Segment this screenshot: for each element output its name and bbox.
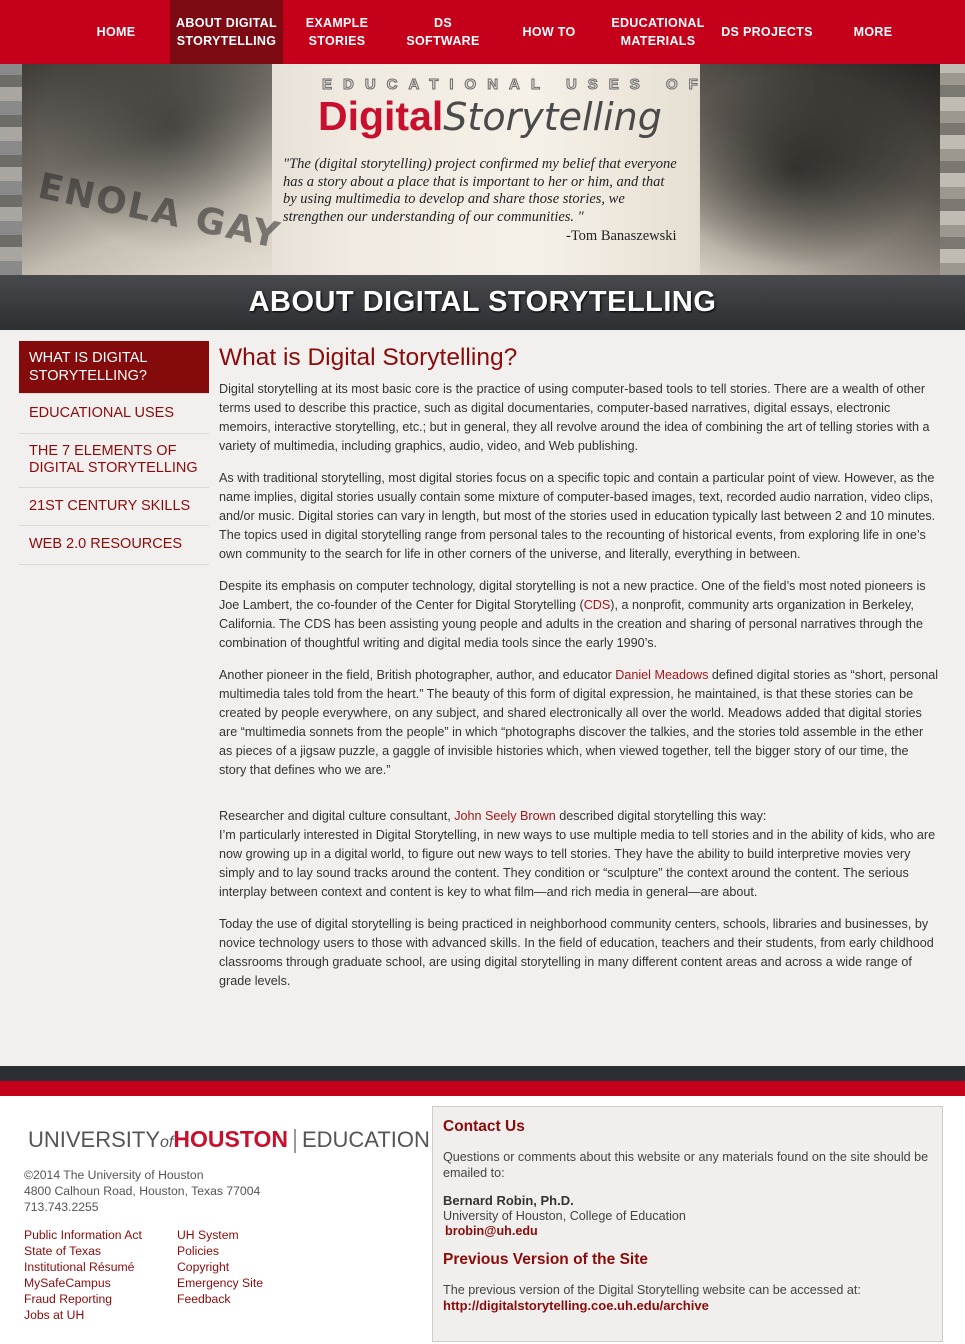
sidebar-item-web-20-resources[interactable]: WEB 2.0 RESOURCES [19,526,209,565]
nav-educational-materials-label: EDUCATIONAL MATERIALS [611,16,705,48]
footer-link-copyright[interactable]: Copyright [177,1259,263,1275]
copyright: ©2014 The University of Houston [24,1168,204,1182]
contact-email-link[interactable]: brobin@uh.edu [445,1224,932,1238]
paragraph-traditional: As with traditional storytelling, most d… [219,471,936,561]
footer-link-fraud-reporting[interactable]: Fraud Reporting [24,1291,142,1307]
paragraph-today: Today the use of digital storytelling is… [219,917,934,988]
nav-ds-software[interactable]: DS SOFTWARE [400,0,486,64]
header-banner: ENOLA GAY EDUCATIONAL USES OF DigitalSto… [0,64,965,275]
contact-box: Contact Us Questions or comments about t… [432,1106,943,1342]
contact-name: Bernard Robin, Ph.D. [443,1193,574,1208]
site-logo: DigitalStorytelling [318,92,662,141]
cds-link[interactable]: CDS [584,598,611,612]
sidebar-menu: WHAT IS DIGITAL STORYTELLING? EDUCATIONA… [19,341,209,565]
content-heading: What is Digital Storytelling? [219,344,518,371]
university-logo[interactable]: UNIVERSITYofHOUSTON EDUCATION [28,1126,430,1156]
paragraph-text: described digital storytelling this way: [555,809,767,823]
sidebar-item-label: 21ST CENTURY SKILLS [29,497,191,514]
contact-text: Questions or comments about this website… [443,1150,929,1180]
nav-how-to-label: HOW TO [522,25,576,39]
footer-link-mysafecampus[interactable]: MySafeCampus [24,1275,142,1291]
paragraph-text: defined digital stories as “short, perso… [219,668,938,777]
nav-ds-projects[interactable]: DS PROJECTS [718,0,816,64]
nav-educational-materials[interactable]: EDUCATIONAL MATERIALS [603,0,713,64]
previous-version-heading: Previous Version of the Site [443,1251,649,1268]
logo-houston: HOUSTON [173,1126,288,1152]
page-title: ABOUT DIGITAL STORYTELLING [248,286,717,318]
footer-link-jobs-at-uh[interactable]: Jobs at UH [24,1307,142,1323]
sidebar-item-what-is-digital-storytelling[interactable]: WHAT IS DIGITAL STORYTELLING? [19,341,209,394]
daniel-meadows-link[interactable]: Daniel Meadows [615,668,708,682]
banner-photo-strip-right [940,64,965,275]
footer-links-column-1: Public Information Act State of Texas In… [24,1227,142,1323]
footer-address-block: ©2014 The University of Houston 4800 Cal… [24,1167,260,1215]
phone-number: 713.743.2255 [24,1200,99,1214]
footer: UNIVERSITYofHOUSTON EDUCATION ©2014 The U… [0,1096,965,1344]
paragraph-pioneers: Despite its emphasis on computer technol… [219,577,939,653]
site-logo-digital: Digital [318,93,444,139]
banner-historic-photo-right [700,64,940,275]
sidebar-item-21st-century-skills[interactable]: 21ST CENTURY SKILLS [19,488,209,526]
logo-divider [293,1129,296,1154]
footer-link-feedback[interactable]: Feedback [177,1291,263,1307]
sidebar-item-label: WEB 2.0 RESOURCES [29,536,183,552]
nav-about-digital-storytelling[interactable]: ABOUT DIGITAL STORYTELLING [170,0,283,64]
nav-about-label: ABOUT DIGITAL STORYTELLING [176,16,277,48]
nav-example-stories-label: EXAMPLE STORIES [305,16,369,48]
footer-link-emergency-site[interactable]: Emergency Site [177,1275,263,1291]
sidebar-item-label: WHAT IS DIGITAL STORYTELLING? [29,350,147,384]
previous-version-text: The previous version of the Digital Stor… [443,1283,861,1297]
site-logo-storytelling: Storytelling [443,95,662,139]
nav-home-label: HOME [96,25,136,39]
nav-more-label: MORE [853,25,893,39]
sidebar-item-educational-uses[interactable]: EDUCATIONAL USES [19,394,209,434]
street-address: 4800 Calhoun Road, Houston, Texas 77004 [24,1184,261,1198]
paragraph-brown-quote: I’m particularly interested in Digital S… [219,828,936,899]
footer-link-policies[interactable]: Policies [177,1243,263,1259]
banner-photo-strip-left [0,64,22,275]
footer-link-state-of-texas[interactable]: State of Texas [24,1243,142,1259]
sidebar-item-7-elements[interactable]: THE 7 ELEMENTS OF DIGITAL STORYTELLING [19,434,209,488]
nav-ds-projects-label: DS PROJECTS [721,25,813,39]
sidebar-item-label: THE 7 ELEMENTS OF DIGITAL STORYTELLING [29,442,198,477]
paragraph-intro: Digital storytelling at its most basic c… [219,382,930,453]
previous-version-link[interactable]: http://digitalstorytelling.coe.uh.edu/ar… [443,1298,932,1313]
banner-quote: "The (digital storytelling) project conf… [283,156,677,225]
paragraph-text: Another pioneer in the field, British ph… [219,668,616,682]
footer-divider-dark [0,1066,965,1081]
banner-kicker: EDUCATIONAL USES OF [322,76,709,94]
contact-organization: University of Houston, College of Educat… [443,1209,686,1223]
page-title-bar: ABOUT DIGITAL STORYTELLING [0,275,965,330]
main-content: What is Digital Storytelling? Digital st… [219,342,939,1004]
nav-how-to[interactable]: HOW TO [508,0,590,64]
paragraph-brown-intro: Researcher and digital culture consultan… [219,807,939,826]
footer-links-column-2: UH System Policies Copyright Emergency S… [177,1227,263,1307]
contact-heading: Contact Us [443,1118,525,1135]
john-seely-brown-link[interactable]: John Seely Brown [454,809,556,823]
logo-of: of [160,1134,174,1151]
footer-link-institutional-resume[interactable]: Institutional Résumé [24,1259,142,1275]
nav-ds-software-label: DS SOFTWARE [406,16,480,48]
nav-home[interactable]: HOME [80,0,152,64]
nav-example-stories[interactable]: EXAMPLE STORIES [295,0,379,64]
banner-quote-author: -Tom Banaszewski [566,228,677,244]
sidebar-item-label: EDUCATIONAL USES [29,405,175,421]
paragraph-meadows: Another pioneer in the field, British ph… [219,666,939,780]
logo-college: EDUCATION [301,1127,430,1152]
top-navigation: HOME ABOUT DIGITAL STORYTELLING EXAMPLE … [0,0,965,64]
footer-divider-red [0,1081,965,1096]
paragraph-text: Researcher and digital culture consultan… [219,809,455,823]
logo-university: UNIVERSITY [28,1127,161,1152]
nav-more[interactable]: MORE [835,0,911,64]
footer-link-public-information-act[interactable]: Public Information Act [24,1227,142,1243]
footer-link-uh-system[interactable]: UH System [177,1227,263,1243]
